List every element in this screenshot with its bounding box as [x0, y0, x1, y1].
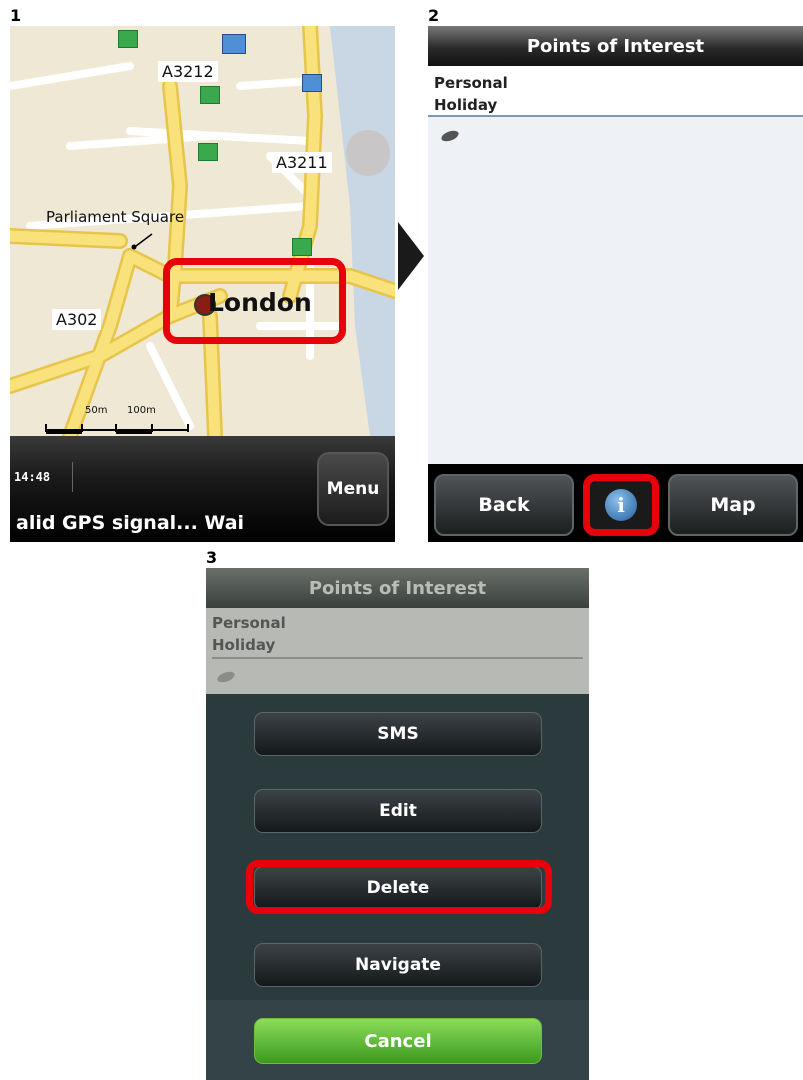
tube-station-icon[interactable] — [200, 86, 220, 104]
edit-button[interactable]: Edit — [254, 789, 542, 833]
divider — [212, 657, 583, 659]
scale-label-50m: 50m — [85, 405, 108, 416]
info-icon: i — [605, 489, 637, 521]
road-label-a302: A302 — [52, 309, 102, 330]
fuel-station-icon[interactable] — [346, 130, 390, 176]
bottom-toolbar: Back i Map — [428, 464, 803, 542]
hotel-icon[interactable] — [302, 74, 322, 92]
poi-list — [428, 117, 803, 464]
arrow-right-icon — [398, 222, 424, 290]
back-button[interactable]: Back — [434, 474, 574, 536]
map-view[interactable]: A3212 A3211 A302 Parliament Square Londo… — [10, 26, 395, 436]
poi-category-icon — [440, 127, 460, 142]
poi-category-icon — [216, 668, 236, 683]
highlight-box-london — [163, 258, 346, 344]
tube-station-icon[interactable] — [292, 238, 312, 256]
scale-label-100m: 100m — [127, 405, 156, 416]
road-label-a3211: A3211 — [272, 152, 332, 173]
options-menu: SMS Edit Delete Navigate Cancel — [206, 696, 589, 1080]
tube-station-icon[interactable] — [118, 30, 138, 48]
breadcrumb-holiday: Holiday — [212, 636, 276, 654]
place-label-parliament-square: Parliament Square — [46, 208, 185, 226]
page-title: Points of Interest — [206, 568, 589, 608]
breadcrumb-holiday[interactable]: Holiday — [434, 94, 497, 116]
map-status-bar: 14:48 alid GPS signal... Wai Menu — [10, 436, 395, 542]
breadcrumb-personal: Personal — [212, 614, 286, 632]
step-number-3: 3 — [206, 548, 218, 567]
poi-screen: Points of Interest Personal Holiday Back… — [428, 26, 803, 542]
hotel-icon[interactable] — [222, 34, 246, 54]
navigate-button[interactable]: Navigate — [254, 943, 542, 987]
map-screen: A3212 A3211 A302 Parliament Square Londo… — [10, 26, 395, 542]
sms-button[interactable]: SMS — [254, 712, 542, 756]
page-title: Points of Interest — [428, 26, 803, 66]
tube-station-icon[interactable] — [198, 143, 218, 161]
cancel-button[interactable]: Cancel — [254, 1018, 542, 1064]
info-button[interactable]: i — [583, 474, 659, 536]
highlight-box-delete — [246, 860, 552, 914]
road-label-a3212: A3212 — [158, 61, 218, 82]
cancel-area: Cancel — [206, 1000, 589, 1080]
step-number-2: 2 — [428, 6, 440, 25]
breadcrumb-personal[interactable]: Personal — [434, 72, 508, 94]
poi-options-screen: Points of Interest Personal Holiday SMS … — [206, 568, 589, 1080]
map-button[interactable]: Map — [668, 474, 798, 536]
clock: 14:48 — [14, 462, 73, 492]
gps-status-text: alid GPS signal... Wai — [16, 512, 245, 534]
menu-button[interactable]: Menu — [317, 452, 389, 526]
dimmed-header: Personal Holiday — [206, 608, 589, 694]
step-number-1: 1 — [10, 6, 22, 25]
